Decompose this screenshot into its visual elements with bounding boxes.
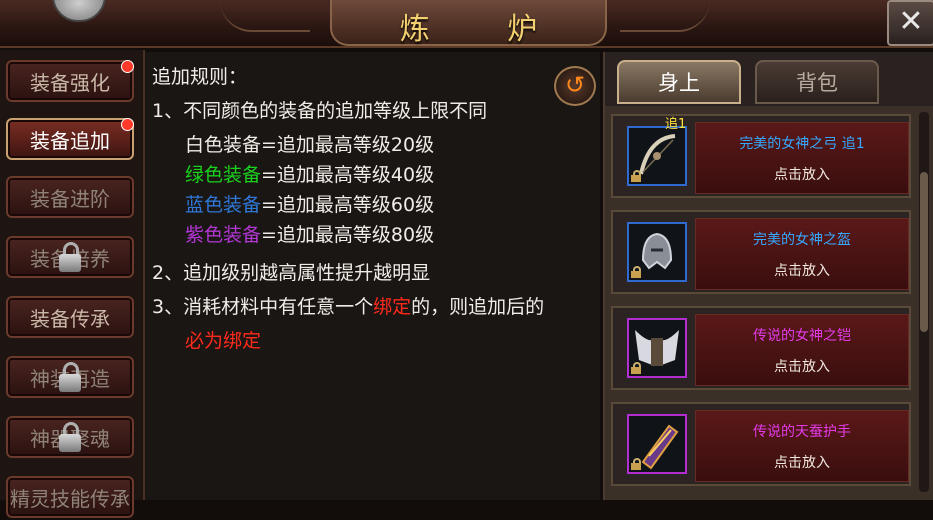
lock-icon (59, 362, 81, 392)
nav-item-label: 装备进阶 (30, 187, 110, 211)
nav-item-advance[interactable]: 装备进阶 (6, 176, 134, 218)
purple-equip-label: 紫色装备 (185, 224, 262, 246)
close-icon: ✕ (898, 4, 924, 39)
rule-line-1: 1、不同颜色的装备的追加等级上限不同 (152, 100, 488, 122)
item-action: 点击放入 (774, 167, 830, 183)
equipment-item[interactable]: 传说的天蚕护手 点击放入 (611, 402, 911, 486)
return-arrow-icon: ↺ (564, 71, 586, 99)
forge-window: 炼 炉 ✕ 装备强化 装备追加 装备进阶 装备培养 装备传承 神装再造 神器聚魂 (0, 0, 933, 518)
blue-equip-rule: =追加最高等级60级 (261, 194, 435, 216)
rule-line-3-b: 的，则追加后的 (411, 296, 545, 318)
bound-lock-icon (631, 266, 641, 278)
title-plate: 炼 炉 (330, 0, 607, 47)
bound-lock-icon (631, 170, 641, 182)
item-action: 点击放入 (774, 455, 830, 471)
green-equip-label: 绿色装备 (185, 164, 262, 186)
nav-item-label: 装备强化 (30, 71, 110, 95)
rule-purple: 紫色装备=追加最高等级80级 (185, 220, 434, 247)
item-action: 点击放入 (774, 263, 830, 279)
nav-item-spirit-skill[interactable]: 精灵技能传承 (6, 476, 134, 518)
tab-on-body[interactable]: 身上 (617, 60, 741, 104)
nav-item-label: 精灵技能传承 (10, 487, 130, 511)
rule-line-3: 3、消耗材料中有任意一个绑定的，则追加后的 (152, 292, 544, 319)
purple-equip-rule: =追加最高等级80级 (261, 224, 435, 246)
item-name: 传说的女神之铠 (753, 328, 851, 344)
item-card[interactable]: 完美的女神之盔 点击放入 (695, 218, 909, 290)
nav-item-label: 装备传承 (30, 307, 110, 331)
equipment-item[interactable]: 传说的女神之铠 点击放入 (611, 306, 911, 390)
bound-keyword: 绑定 (373, 296, 412, 318)
item-card[interactable]: 完美的女神之弓 追1 点击放入 (695, 122, 909, 194)
item-slot (627, 222, 687, 282)
item-card[interactable]: 传说的女神之铠 点击放入 (695, 314, 909, 386)
blue-equip-label: 蓝色装备 (185, 194, 262, 216)
notification-dot (121, 60, 134, 73)
rule-white: 白色装备=追加最高等级20级 (185, 130, 434, 157)
notification-dot (121, 118, 134, 131)
scrollbar-thumb[interactable] (920, 172, 928, 332)
rule-green: 绿色装备=追加最高等级40级 (185, 160, 434, 187)
nav-item-append[interactable]: 装备追加 (6, 118, 134, 160)
title-ornament-right (620, 0, 710, 32)
left-nav: 装备强化 装备追加 装备进阶 装备培养 装备传承 神装再造 神器聚魂 精灵技能传… (0, 50, 145, 518)
equipment-panel: 身上 背包 追1 完美的女神之弓 追1 点击放入 完美的女神之盔 点击放入 传说… (603, 52, 933, 500)
tab-bag[interactable]: 背包 (755, 60, 879, 104)
rules-title: 追加规则： (152, 66, 248, 88)
title-ornament-left (220, 0, 310, 32)
title-bar: 炼 炉 ✕ (0, 0, 933, 48)
nav-item-remake[interactable]: 神装再造 (6, 356, 134, 398)
item-name: 完美的女神之盔 (753, 232, 851, 248)
equipment-item[interactable]: 追1 完美的女神之弓 追1 点击放入 (611, 114, 911, 198)
rule-line-2: 2、追加级别越高属性提升越明显 (152, 262, 431, 284)
white-equip-label: 白色装备 (185, 134, 262, 156)
append-level-tag: 追1 (665, 117, 687, 132)
nav-item-enhance[interactable]: 装备强化 (6, 60, 134, 102)
item-action: 点击放入 (774, 359, 830, 375)
page-title: 炼 炉 (399, 12, 572, 47)
green-equip-rule: =追加最高等级40级 (261, 164, 435, 186)
item-slot (627, 414, 687, 474)
rule-line-3-a: 3、消耗材料中有任意一个 (152, 296, 374, 318)
rule-line-4: 必为绑定 (185, 330, 262, 352)
item-name: 传说的天蚕护手 (753, 424, 851, 440)
lock-icon (59, 242, 81, 272)
nav-item-label: 装备追加 (30, 129, 110, 153)
nav-item-soul[interactable]: 神器聚魂 (6, 416, 134, 458)
item-slot (627, 318, 687, 378)
bound-lock-icon (631, 458, 641, 470)
white-equip-rule: =追加最高等级20级 (261, 134, 435, 156)
item-slot (627, 126, 687, 186)
rules-panel: 追加规则： 1、不同颜色的装备的追加等级上限不同 白色装备=追加最高等级20级 … (145, 52, 600, 500)
item-card[interactable]: 传说的天蚕护手 点击放入 (695, 410, 909, 482)
nav-item-inherit[interactable]: 装备传承 (6, 296, 134, 338)
scrollbar[interactable] (919, 112, 929, 492)
lock-icon (59, 422, 81, 452)
equipment-list: 追1 完美的女神之弓 追1 点击放入 完美的女神之盔 点击放入 传说的女神之铠 … (605, 106, 933, 500)
back-button[interactable]: ↺ (554, 66, 596, 106)
rule-blue: 蓝色装备=追加最高等级60级 (185, 190, 434, 217)
nav-item-cultivate[interactable]: 装备培养 (6, 236, 134, 278)
menu-orb-icon[interactable] (52, 0, 106, 22)
bound-lock-icon (631, 362, 641, 374)
equipment-item[interactable]: 完美的女神之盔 点击放入 (611, 210, 911, 294)
close-button[interactable]: ✕ (887, 0, 933, 46)
item-name: 完美的女神之弓 追1 (739, 136, 865, 152)
